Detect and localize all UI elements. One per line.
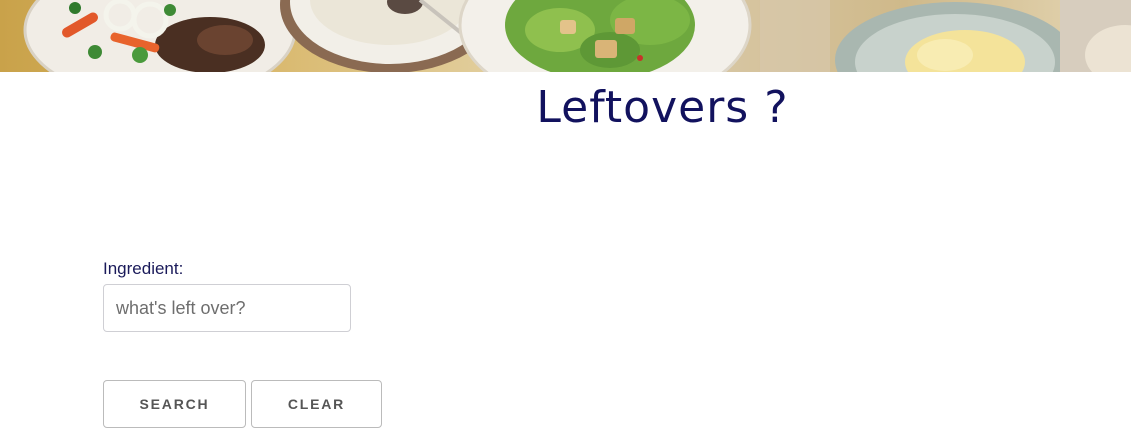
ingredient-input[interactable] [103, 284, 351, 332]
page-title: Leftovers ? [536, 82, 789, 133]
clear-button[interactable]: CLEAR [251, 380, 382, 428]
ingredient-label: Ingredient: [103, 259, 184, 278]
search-button[interactable]: SEARCH [103, 380, 246, 428]
food-banner-image [0, 0, 1131, 72]
